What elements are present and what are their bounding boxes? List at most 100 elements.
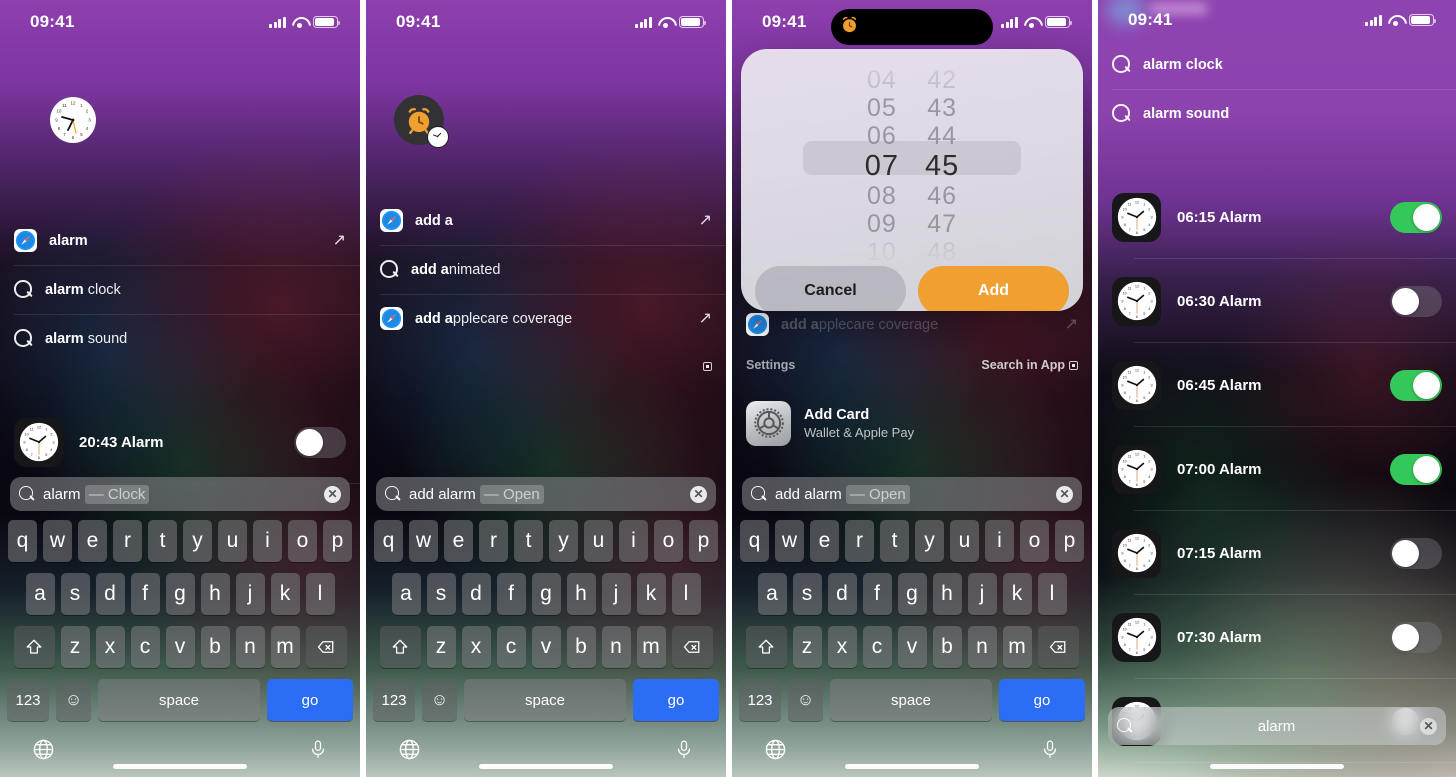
key-e[interactable]: e [444, 520, 473, 562]
key-p[interactable]: p [323, 520, 352, 562]
alarm-toggle[interactable] [294, 426, 346, 458]
arrow-up-right-icon[interactable]: ↗ [333, 232, 346, 249]
globe-icon[interactable] [764, 738, 787, 766]
backspace-icon[interactable] [305, 626, 347, 668]
key-v[interactable]: v [897, 626, 927, 668]
backspace-icon[interactable] [671, 626, 713, 668]
key-g[interactable]: g [531, 573, 561, 615]
alarm-toggle[interactable] [1390, 537, 1442, 569]
shortcut-alarm-row[interactable]: 12 1 2 3 4 5 6 7 8 9 10 11 06:30 Alarm [1098, 259, 1456, 343]
key-j[interactable]: j [967, 573, 997, 615]
key-t[interactable]: t [148, 520, 177, 562]
suggestion-row[interactable]: add applecare coverage ↗ [366, 294, 726, 343]
key-b[interactable]: b [566, 626, 596, 668]
key-r[interactable]: r [479, 520, 508, 562]
key-m[interactable]: m [270, 626, 300, 668]
picker-minute-item[interactable]: 47 [927, 210, 957, 238]
settings-result-row[interactable]: Add Card Wallet & Apple Pay [732, 392, 1092, 454]
key-t[interactable]: t [514, 520, 543, 562]
clear-icon[interactable]: ✕ [1056, 485, 1073, 503]
go-key[interactable]: go [633, 679, 719, 721]
picker-hour-item[interactable]: 10 [867, 238, 897, 266]
emoji-icon[interactable]: ☺ [422, 679, 457, 721]
key-u[interactable]: u [218, 520, 247, 562]
key-d[interactable]: d [461, 573, 491, 615]
search-input[interactable]: alarm — Clock [43, 484, 316, 504]
key-u[interactable]: u [950, 520, 979, 562]
key-i[interactable]: i [985, 520, 1014, 562]
picker-hour-item[interactable]: 05 [867, 94, 897, 122]
key-k[interactable]: k [636, 573, 666, 615]
shift-icon[interactable] [13, 626, 55, 668]
picker-minute-item[interactable]: 48 [927, 238, 957, 266]
shift-icon[interactable] [745, 626, 787, 668]
search-input[interactable]: alarm [1141, 718, 1412, 735]
arrow-up-right-icon[interactable]: ↗ [699, 310, 712, 327]
spotlight-search-bar[interactable]: add alarm — Open ✕ [742, 477, 1082, 511]
key-g[interactable]: g [165, 573, 195, 615]
key-w[interactable]: w [43, 520, 72, 562]
key-o[interactable]: o [654, 520, 683, 562]
clear-icon[interactable]: ✕ [324, 485, 341, 503]
key-v[interactable]: v [531, 626, 561, 668]
key-d[interactable]: d [827, 573, 857, 615]
shortcut-alarm-row[interactable]: 12 1 2 3 4 5 6 7 8 9 10 11 07:00 Alarm [1098, 427, 1456, 511]
spotlight-search-bar[interactable]: add alarm — Open ✕ [376, 477, 716, 511]
key-k[interactable]: k [270, 573, 300, 615]
search-input[interactable]: add alarm — Open [775, 484, 1048, 504]
key-y[interactable]: y [915, 520, 944, 562]
key-s[interactable]: s [426, 573, 456, 615]
microphone-icon[interactable] [674, 738, 694, 766]
key-j[interactable]: j [601, 573, 631, 615]
picker-minute-item[interactable]: 43 [927, 94, 957, 122]
key-a[interactable]: a [757, 573, 787, 615]
shortcut-alarm-row[interactable]: 12 1 2 345 678 9 10 11 20:43 Alarm [0, 400, 360, 484]
shortcut-alarm-row[interactable]: 12 1 2 3 4 5 6 7 8 9 10 11 07:15 Alarm [1098, 511, 1456, 595]
suggestion-row[interactable]: alarm ↗ [0, 216, 360, 265]
key-z[interactable]: z [60, 626, 90, 668]
key-m[interactable]: m [1002, 626, 1032, 668]
key-i[interactable]: i [619, 520, 648, 562]
suggestion-row[interactable]: alarm clock [1098, 40, 1456, 89]
key-h[interactable]: h [566, 573, 596, 615]
key-w[interactable]: w [775, 520, 804, 562]
keyboard[interactable]: q w e r t y u i o p a s d f g h j k l z … [366, 512, 726, 777]
space-key[interactable]: space [830, 679, 992, 721]
globe-icon[interactable] [398, 738, 421, 766]
shortcut-alarm-row[interactable]: 12 1 2 3 4 5 6 7 8 9 10 11 07:30 Alarm [1098, 595, 1456, 679]
picker-hour-item[interactable]: 09 [867, 210, 897, 238]
add-button[interactable]: Add [918, 266, 1069, 311]
suggestion-row[interactable]: add animated [366, 245, 726, 294]
key-s[interactable]: s [60, 573, 90, 615]
key-p[interactable]: p [689, 520, 718, 562]
shift-icon[interactable] [379, 626, 421, 668]
key-l[interactable]: l [1037, 573, 1067, 615]
numbers-key[interactable]: 123 [373, 679, 415, 721]
numbers-key[interactable]: 123 [7, 679, 49, 721]
keyboard[interactable]: q w e r t y u i o p a s d f g h j k l z … [732, 512, 1092, 777]
picker-minute-item[interactable]: 42 [927, 66, 957, 94]
key-y[interactable]: y [549, 520, 578, 562]
key-h[interactable]: h [200, 573, 230, 615]
search-input[interactable]: add alarm — Open [409, 484, 682, 504]
key-u[interactable]: u [584, 520, 613, 562]
go-key[interactable]: go [999, 679, 1085, 721]
key-f[interactable]: f [130, 573, 160, 615]
clear-icon[interactable]: ✕ [1420, 717, 1437, 735]
backspace-icon[interactable] [1037, 626, 1079, 668]
key-j[interactable]: j [235, 573, 265, 615]
spotlight-search-bar[interactable]: alarm — Clock ✕ [10, 477, 350, 511]
key-e[interactable]: e [78, 520, 107, 562]
emoji-icon[interactable]: ☺ [56, 679, 91, 721]
microphone-icon[interactable] [1040, 738, 1060, 766]
key-n[interactable]: n [235, 626, 265, 668]
key-t[interactable]: t [880, 520, 909, 562]
key-g[interactable]: g [897, 573, 927, 615]
picker-hour-item[interactable]: 08 [867, 182, 897, 210]
key-y[interactable]: y [183, 520, 212, 562]
key-x[interactable]: x [827, 626, 857, 668]
key-c[interactable]: c [496, 626, 526, 668]
go-key[interactable]: go [267, 679, 353, 721]
numbers-key[interactable]: 123 [739, 679, 781, 721]
spotlight-search-bar[interactable]: alarm ✕ [1108, 707, 1446, 745]
